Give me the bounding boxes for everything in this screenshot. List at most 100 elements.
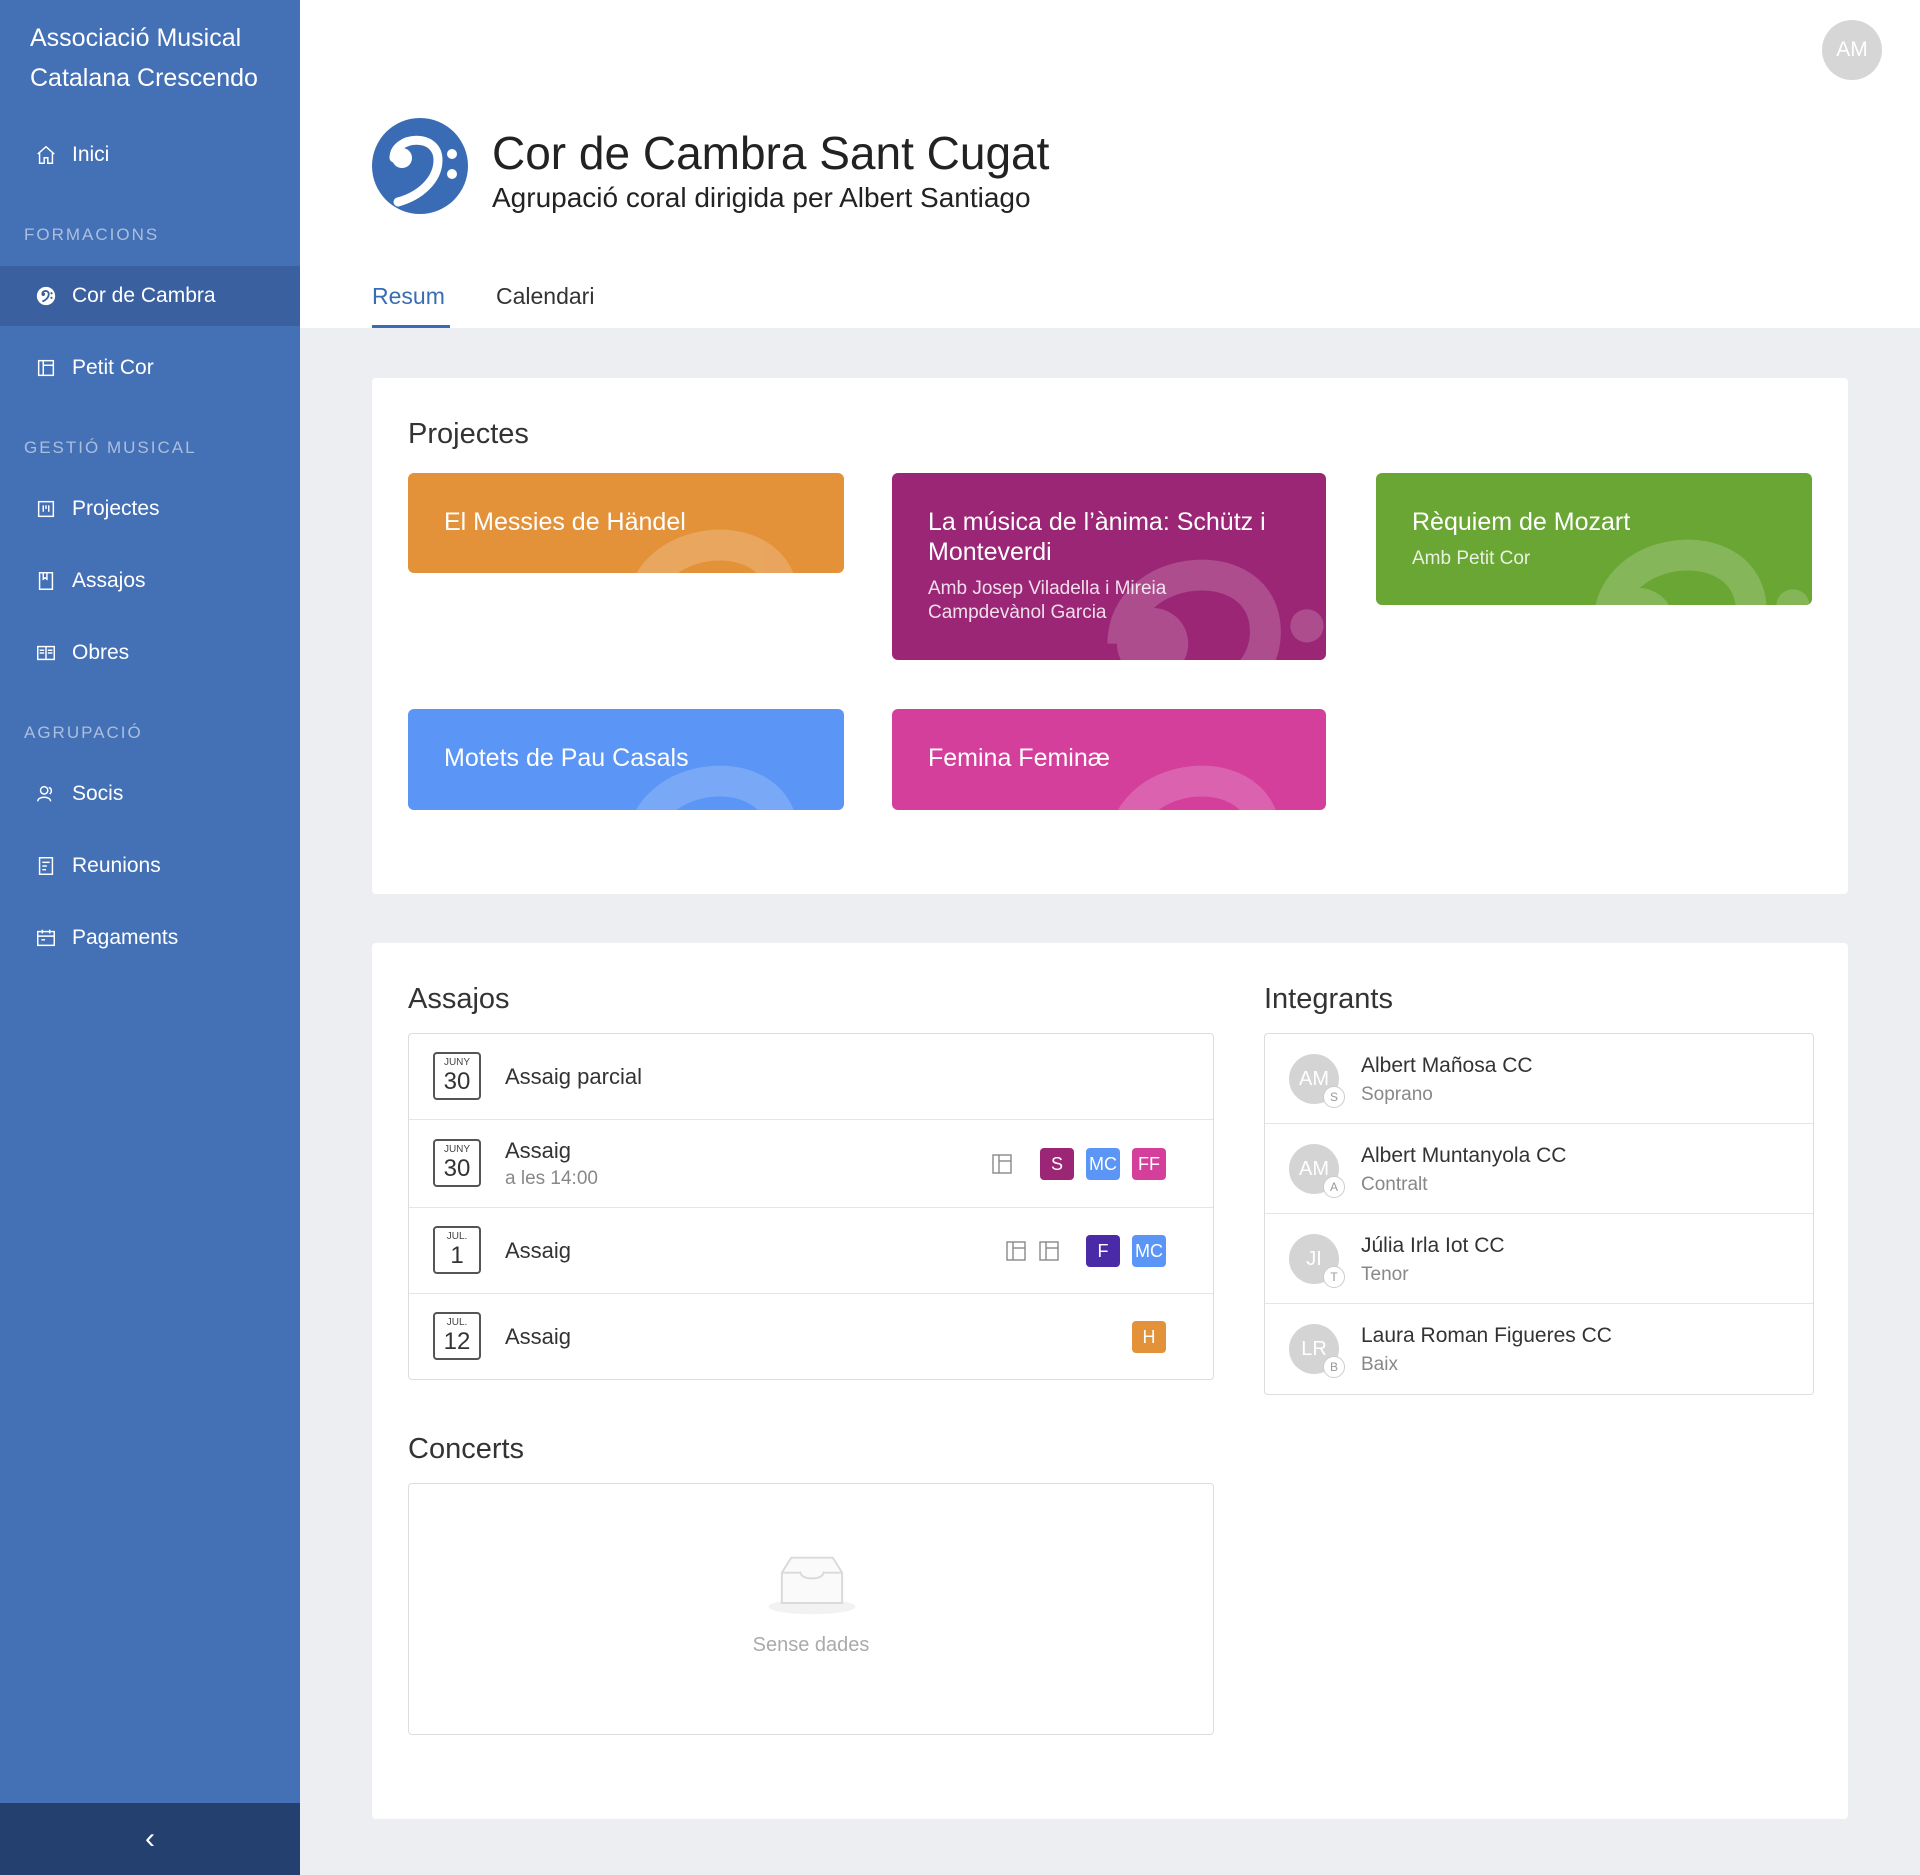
calendar-icon: [34, 926, 58, 950]
concerts-list: Sense dades: [408, 1483, 1214, 1735]
tab-resum[interactable]: Resum: [372, 283, 445, 310]
project-title: Rèquiem de Mozart: [1412, 508, 1631, 536]
project-title: El Messies de Händel: [444, 508, 686, 536]
voice-badge: S: [1323, 1086, 1345, 1108]
project-card[interactable]: El Messies de Händel: [408, 473, 844, 573]
group-badge: S: [1040, 1148, 1074, 1180]
member-name: Laura Roman Figueres CC: [1361, 1324, 1612, 1347]
date-day: 1: [450, 1242, 464, 1269]
concerts-heading: Concerts: [408, 1433, 525, 1465]
empty-state-text: Sense dades: [752, 1634, 870, 1656]
home-icon: [34, 143, 58, 167]
sidebar-item-label: Obres: [72, 641, 130, 664]
list-item[interactable]: JUNY 30 Assaig parcial: [409, 1034, 1213, 1120]
integrants-list: AM S Albert Mañosa CC Soprano AM A Alber…: [1264, 1033, 1814, 1395]
calendar-date: JUL. 1: [433, 1226, 481, 1274]
projects-card: Projectes El Messies de Händel La música…: [372, 378, 1848, 894]
sidebar-item-projectes[interactable]: Projectes: [0, 479, 300, 539]
sidebar-item-label: Socis: [72, 782, 124, 805]
sidebar-item-inici[interactable]: Inici: [0, 125, 300, 185]
project-card[interactable]: Motets de Pau Casals: [408, 709, 844, 810]
chevron-left-icon: ‹: [145, 1822, 155, 1855]
member-role: Soprano: [1361, 1084, 1433, 1105]
project-card[interactable]: Rèquiem de Mozart Amb Petit Cor: [1376, 473, 1812, 605]
collapse-sidebar-button[interactable]: ‹: [0, 1803, 300, 1875]
calendar-date: JUNY 30: [433, 1052, 481, 1100]
group-badge: F: [1086, 1235, 1120, 1267]
page-subtitle: Agrupació coral dirigida per Albert Sant…: [492, 182, 1031, 213]
member-name: Albert Mañosa CC: [1361, 1054, 1533, 1077]
tab-calendari[interactable]: Calendari: [496, 283, 594, 310]
group-badge: FF: [1132, 1148, 1166, 1180]
calendar-date: JUNY 30: [433, 1139, 481, 1187]
users-icon: [34, 782, 58, 806]
member-row[interactable]: LR B Laura Roman Figueres CC Baix: [1265, 1304, 1813, 1394]
assajos-heading: Assajos: [408, 983, 510, 1015]
project-card[interactable]: La música de l’ànima: Schütz i Monteverd…: [892, 473, 1326, 660]
page-title: Cor de Cambra Sant Cugat: [492, 127, 1050, 179]
assaig-time: a les 14:00: [505, 1168, 598, 1189]
projects-heading: Projectes: [408, 418, 529, 450]
member-row[interactable]: AM S Albert Mañosa CC Soprano: [1265, 1034, 1813, 1124]
layout-icon: [992, 1154, 1012, 1174]
sidebar-item-label: Cor de Cambra: [72, 284, 216, 307]
member-role: Contralt: [1361, 1174, 1428, 1195]
member-row[interactable]: AM A Albert Muntanyola CC Contralt: [1265, 1124, 1813, 1214]
sidebar: Associació Musical Catalana Crescendo In…: [0, 0, 300, 1875]
document-icon: [34, 854, 58, 878]
sidebar-item-reunions[interactable]: Reunions: [0, 836, 300, 896]
overview-card: Assajos JUNY 30 Assaig parcial JUNY 30 A…: [372, 943, 1848, 1819]
layout-icon: [34, 356, 58, 380]
date-day: 30: [443, 1155, 471, 1182]
date-day: 12: [443, 1328, 471, 1355]
project-subtitle: Amb Josep Viladella i Mireia Campdevànol…: [928, 578, 1167, 623]
sidebar-item-socis[interactable]: Socis: [0, 764, 300, 824]
assaig-title: Assaig parcial: [505, 1064, 642, 1089]
app-name: Associació Musical Catalana Crescendo: [30, 24, 258, 92]
page-header: AM Cor de Cambra Sant Cugat Agrupació co…: [300, 0, 1920, 328]
list-item[interactable]: JUL. 12 Assaig H: [409, 1294, 1213, 1380]
layout-icon: [1039, 1241, 1059, 1261]
project-title: Motets de Pau Casals: [444, 744, 689, 772]
project-subtitle: Amb Petit Cor: [1412, 548, 1531, 569]
project-title: La música de l’ànima: Schütz i Monteverd…: [928, 508, 1266, 566]
section-formacions: FORMACIONS: [24, 225, 160, 244]
sidebar-item-cor-de-cambra[interactable]: Cor de Cambra: [0, 266, 300, 326]
book-icon: [34, 641, 58, 665]
project-card[interactable]: Femina Feminæ: [892, 709, 1326, 810]
list-item[interactable]: JUL. 1 Assaig F MC: [409, 1208, 1213, 1294]
member-role: Tenor: [1361, 1264, 1409, 1285]
assaig-title: Assaig: [505, 1138, 572, 1163]
date-day: 30: [443, 1068, 471, 1095]
sidebar-item-assajos[interactable]: Assajos: [0, 551, 300, 611]
group-badge: H: [1132, 1321, 1166, 1353]
user-avatar[interactable]: AM: [1822, 20, 1882, 80]
sidebar-item-label: Assajos: [72, 569, 146, 592]
calendar-date: JUL. 12: [433, 1312, 481, 1360]
voice-badge: A: [1323, 1176, 1345, 1198]
sidebar-item-label: Petit Cor: [72, 356, 154, 379]
sidebar-item-label: Reunions: [72, 854, 161, 877]
active-tab-indicator: [372, 325, 450, 328]
bookmark-icon: [34, 569, 58, 593]
project-icon: [34, 497, 58, 521]
assajos-list: JUNY 30 Assaig parcial JUNY 30 Assaig a …: [408, 1033, 1214, 1380]
member-name: Júlia Irla Iot CC: [1361, 1234, 1505, 1257]
sidebar-item-label: Pagaments: [72, 926, 179, 949]
sidebar-item-petit-cor[interactable]: Petit Cor: [0, 338, 300, 398]
sidebar-item-obres[interactable]: Obres: [0, 623, 300, 683]
sidebar-item-label: Projectes: [72, 497, 160, 520]
choir-logo: [372, 118, 468, 214]
member-name: Albert Muntanyola CC: [1361, 1144, 1567, 1167]
voice-badge: T: [1323, 1266, 1345, 1288]
list-item[interactable]: JUNY 30 Assaig a les 14:00 S MC FF: [409, 1120, 1213, 1208]
section-gestio-musical: GESTIÓ MUSICAL: [24, 438, 197, 457]
sidebar-item-label: Inici: [72, 143, 110, 166]
voice-badge: B: [1323, 1356, 1345, 1378]
assaig-title: Assaig: [505, 1238, 572, 1263]
member-row[interactable]: JI T Júlia Irla Iot CC Tenor: [1265, 1214, 1813, 1304]
empty-inbox-icon: [768, 1556, 856, 1615]
bass-clef-icon: [34, 284, 58, 308]
group-badge: MC: [1132, 1235, 1166, 1267]
sidebar-item-pagaments[interactable]: Pagaments: [0, 908, 300, 968]
